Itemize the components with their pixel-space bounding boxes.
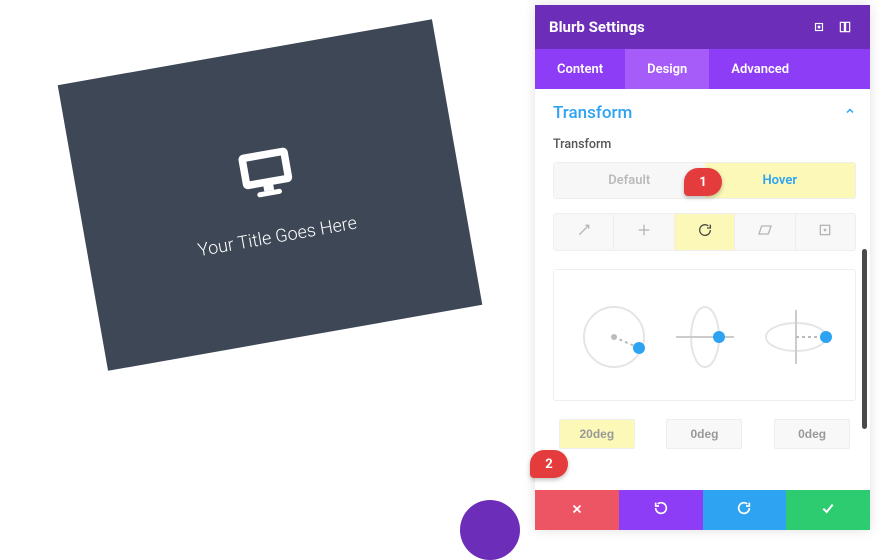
check-icon bbox=[820, 500, 836, 520]
origin-button[interactable] bbox=[796, 214, 855, 250]
tab-advanced[interactable]: Advanced bbox=[709, 49, 811, 89]
close-icon bbox=[570, 501, 584, 520]
tab-design[interactable]: Design bbox=[625, 49, 709, 89]
floating-action-button[interactable] bbox=[460, 500, 520, 560]
tab-content[interactable]: Content bbox=[535, 49, 625, 89]
undo-icon bbox=[653, 500, 669, 520]
blurb-module[interactable]: Your Title Goes Here bbox=[58, 19, 483, 371]
transform-type-group bbox=[553, 213, 856, 251]
annotation-callout-2: 2 bbox=[530, 450, 568, 478]
origin-icon bbox=[817, 222, 833, 242]
rotate-z-dial[interactable] bbox=[575, 298, 653, 376]
skew-icon bbox=[757, 222, 773, 242]
monitor-icon bbox=[231, 138, 301, 211]
annotation-callout-1: 1 bbox=[684, 168, 722, 196]
skew-button[interactable] bbox=[735, 214, 795, 250]
rotate-z-input[interactable] bbox=[559, 419, 635, 449]
chevron-up-icon bbox=[844, 105, 856, 121]
rotate-visual-panel bbox=[553, 269, 856, 401]
expand-icon[interactable] bbox=[808, 16, 830, 38]
cancel-button[interactable] bbox=[535, 490, 619, 530]
rotate-y-input[interactable] bbox=[774, 419, 850, 449]
panel-header: Blurb Settings bbox=[535, 5, 870, 49]
panel-title: Blurb Settings bbox=[549, 18, 804, 36]
canvas-area: Your Title Goes Here bbox=[0, 0, 525, 535]
undo-button[interactable] bbox=[619, 490, 703, 530]
section-header-transform[interactable]: Transform bbox=[553, 103, 856, 123]
save-button[interactable] bbox=[786, 490, 870, 530]
rotate-icon bbox=[697, 222, 713, 242]
state-hover-button[interactable]: Hover bbox=[705, 163, 856, 198]
blurb-title: Your Title Goes Here bbox=[196, 212, 358, 261]
panel-tabs: Content Design Advanced bbox=[535, 49, 870, 89]
rotation-value-row bbox=[553, 419, 856, 449]
transform-label: Transform bbox=[553, 137, 856, 152]
scale-button[interactable] bbox=[554, 214, 614, 250]
translate-button[interactable] bbox=[614, 214, 674, 250]
rotate-x-input[interactable] bbox=[666, 419, 742, 449]
redo-icon bbox=[736, 500, 752, 520]
panel-footer bbox=[535, 490, 870, 530]
rotate-y-dial[interactable] bbox=[757, 298, 835, 376]
scrollbar[interactable] bbox=[862, 249, 867, 429]
section-title: Transform bbox=[553, 103, 632, 123]
rotate-button[interactable] bbox=[675, 214, 735, 250]
snap-icon[interactable] bbox=[834, 16, 856, 38]
move-icon bbox=[636, 222, 652, 242]
settings-panel: Blurb Settings Content Design Advanced T… bbox=[535, 5, 870, 530]
scale-icon bbox=[576, 222, 592, 242]
redo-button[interactable] bbox=[703, 490, 787, 530]
panel-body: Transform Transform Default Hover bbox=[535, 89, 870, 490]
rotate-x-dial[interactable] bbox=[666, 298, 744, 376]
